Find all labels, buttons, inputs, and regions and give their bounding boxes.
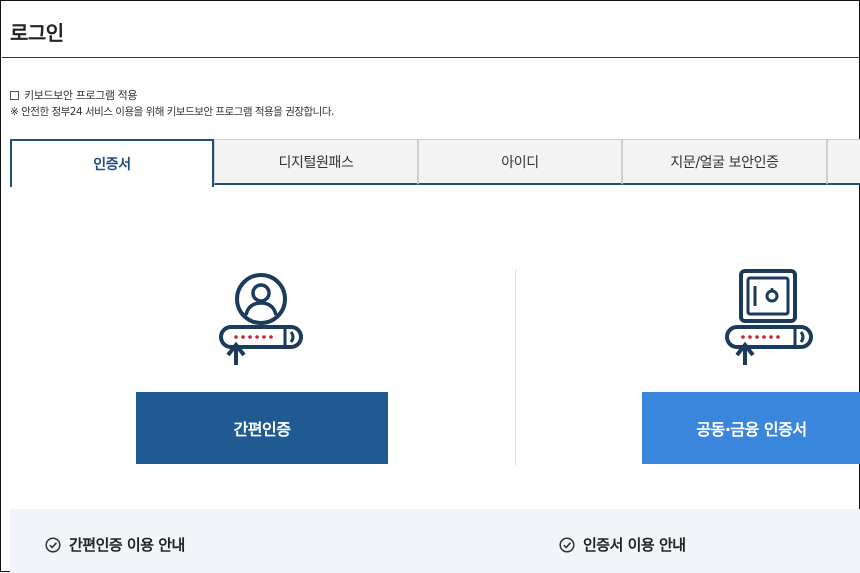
keyboard-security-label: 키보드보안 프로그램 적용 bbox=[24, 89, 138, 102]
keyboard-security-option[interactable]: 키보드보안 프로그램 적용 bbox=[10, 87, 138, 103]
certificate-guide-link[interactable]: 인증서 이용 안내 bbox=[559, 534, 686, 555]
simple-auth-guide-label: 간편인증 이용 안내 bbox=[69, 536, 185, 554]
simple-auth-button[interactable]: 간편인증 bbox=[136, 392, 388, 464]
tab-id[interactable]: 아이디 bbox=[418, 139, 622, 185]
page-title: 로그인 bbox=[10, 21, 64, 45]
person-password-icon bbox=[219, 273, 303, 365]
tab-certificate[interactable]: 인증서 bbox=[10, 139, 214, 187]
check-circle-icon bbox=[45, 536, 61, 553]
certificate-auth-button[interactable]: 공동·금융 인증서 bbox=[642, 392, 860, 464]
keyboard-security-note: ※ 안전한 정부24 서비스 이용을 위해 키보드보안 프로그램 적용을 권장합… bbox=[10, 106, 334, 118]
keyboard-security-checkbox[interactable] bbox=[10, 90, 19, 100]
safe-password-icon bbox=[725, 269, 813, 365]
login-page: 로그인 키보드보안 프로그램 적용 ※ 안전한 정부24 서비스 이용을 위해 … bbox=[0, 0, 860, 573]
login-method-tabs: 인증서 디지털원패스 아이디 지문/얼굴 보안인증 bbox=[10, 139, 860, 187]
certificate-guide-label: 인증서 이용 안내 bbox=[583, 536, 686, 554]
tab-digital-onepass[interactable]: 디지털원패스 bbox=[214, 139, 418, 185]
simple-auth-guide-link[interactable]: 간편인증 이용 안내 bbox=[45, 534, 185, 555]
tab-biometric[interactable]: 지문/얼굴 보안인증 bbox=[622, 139, 827, 185]
check-circle-icon bbox=[559, 536, 575, 553]
title-divider bbox=[2, 57, 860, 58]
options-divider bbox=[515, 269, 516, 465]
tab-more[interactable] bbox=[827, 139, 860, 185]
